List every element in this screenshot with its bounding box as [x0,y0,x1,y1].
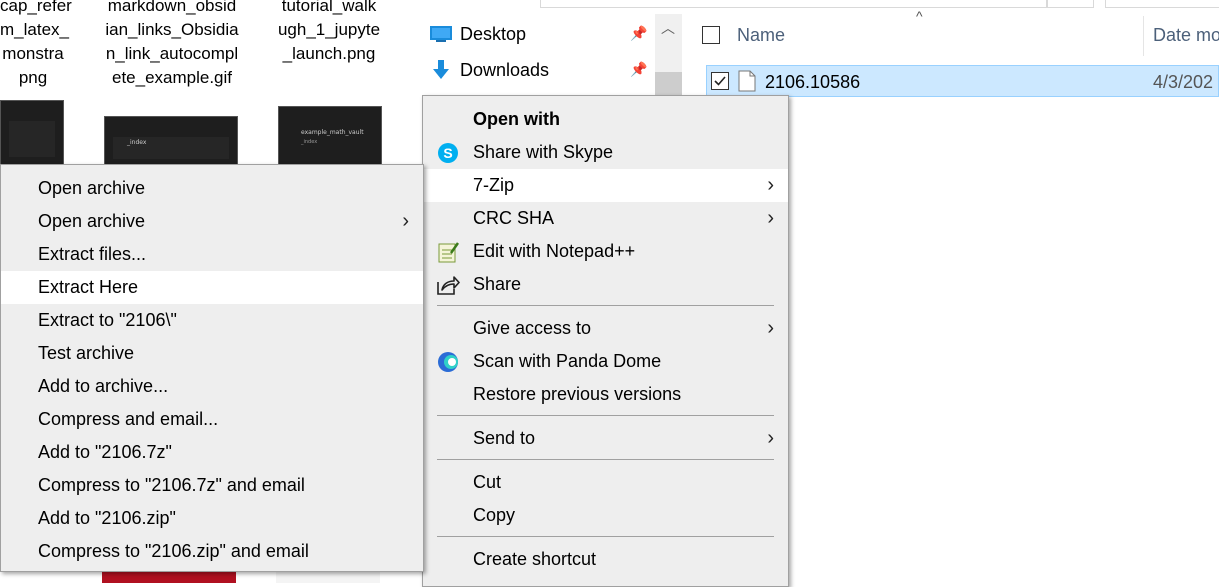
select-all-checkbox[interactable] [702,26,720,44]
menu-item-copy[interactable]: Copy [423,499,788,532]
sort-ascending-icon: ^ [916,8,923,24]
menu-item-share[interactable]: Share [423,268,788,301]
submenu-item-compress-to-7z-and-email[interactable]: Compress to "2106.7z" and email [1,469,423,502]
share-icon [436,273,460,297]
menu-separator [437,415,774,416]
submenu-item-compress-and-email[interactable]: Compress and email... [1,403,423,436]
nav-item-label: Desktop [460,23,527,44]
menu-item-create-shortcut[interactable]: Create shortcut [423,543,788,576]
submenu-item-open-archive-more[interactable]: Open archive › [1,205,423,238]
chevron-right-icon: › [767,317,774,339]
pin-icon[interactable]: 📌 [630,61,647,78]
file-icon [738,70,756,92]
checkmark-icon [714,76,726,86]
thumbnail-image-4[interactable] [102,572,236,583]
skype-icon: S [436,141,460,165]
column-header-date-modified[interactable]: Date mo [1153,25,1219,46]
nav-item-label: Downloads [460,59,550,80]
menu-item-crc-sha[interactable]: CRC SHA › [423,202,788,235]
menu-item-share-with-skype[interactable]: S Share with Skype [423,136,788,169]
chevron-right-icon: › [767,427,774,449]
submenu-item-add-to-archive[interactable]: Add to archive... [1,370,423,403]
menu-item-give-access-to[interactable]: Give access to › [423,312,788,345]
nav-item-desktop[interactable]: Desktop [430,19,526,49]
submenu-item-test-archive[interactable]: Test archive [1,337,423,370]
panda-dome-icon [436,350,460,374]
notepadpp-icon [436,240,460,264]
thumbnail-image-2[interactable]: _index [104,116,238,168]
menu-item-edit-with-notepadpp[interactable]: Edit with Notepad++ [423,235,788,268]
submenu-item-extract-to-folder[interactable]: Extract to "2106\" [1,304,423,337]
file-name: 2106.10586 [765,72,861,92]
column-header-name[interactable]: Name [737,25,785,46]
scroll-up-icon[interactable]: ︿ [661,18,675,38]
menu-separator [437,305,774,306]
file-date: 4/3/202 [1153,72,1214,92]
thumbnail-caption-2[interactable]: markdown_obsid ian_links_Obsidia n_link_… [100,0,244,90]
thumbnail-image-3[interactable]: example_math_vault _index [278,106,382,168]
search-box[interactable] [1105,0,1219,8]
7zip-submenu: Open archive Open archive › Extract file… [0,164,424,572]
menu-item-scan-with-panda-dome[interactable]: Scan with Panda Dome [423,345,788,378]
chevron-right-icon: › [767,174,774,196]
chevron-right-icon: › [767,207,774,229]
chevron-right-icon: › [402,210,409,232]
pin-icon[interactable]: 📌 [630,25,647,42]
thumbnail-image-1[interactable] [0,100,64,166]
row-checkbox[interactable] [711,72,729,90]
column-divider[interactable] [1143,16,1144,56]
thumbnail-caption-3[interactable]: tutorial_walk ugh_1_jupyte _launch.png [276,0,382,66]
downloads-icon [433,60,449,79]
submenu-item-open-archive[interactable]: Open archive [1,172,423,205]
svg-text:S: S [443,145,452,161]
thumbnail-image-5[interactable] [276,572,380,583]
submenu-item-compress-to-zip-and-email[interactable]: Compress to "2106.zip" and email [1,535,423,568]
nav-item-downloads[interactable]: Downloads [430,55,549,85]
context-menu: Open with S Share with Skype 7-Zip › CRC… [422,95,789,587]
address-bar[interactable] [540,0,1047,8]
desktop-icon [430,26,452,42]
menu-item-restore-previous-versions[interactable]: Restore previous versions [423,378,788,411]
refresh-button[interactable] [1047,0,1094,8]
submenu-item-extract-here[interactable]: Extract Here [1,271,423,304]
menu-separator [437,459,774,460]
submenu-item-extract-files[interactable]: Extract files... [1,238,423,271]
menu-item-open-with[interactable]: Open with [423,103,788,136]
submenu-item-add-to-7z[interactable]: Add to "2106.7z" [1,436,423,469]
menu-separator [437,536,774,537]
thumbnail-caption-1[interactable]: cap_refer m_latex_ monstra png [0,0,72,90]
menu-item-send-to[interactable]: Send to › [423,422,788,455]
submenu-item-add-to-zip[interactable]: Add to "2106.zip" [1,502,423,535]
menu-item-cut[interactable]: Cut [423,466,788,499]
menu-item-7zip[interactable]: 7-Zip › [423,169,788,202]
